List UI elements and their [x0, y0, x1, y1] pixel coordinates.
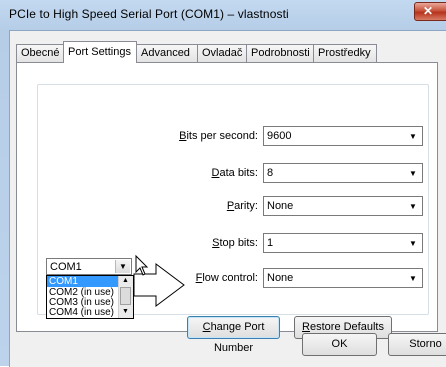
ok-button[interactable]: OK	[302, 333, 377, 356]
flow-control-select[interactable]: None ▼	[263, 268, 423, 288]
tab-label: Advanced	[141, 47, 190, 59]
chevron-down-icon: ▼	[409, 201, 417, 211]
list-item[interactable]: COM4 (in use)	[47, 307, 119, 318]
scroll-down-icon[interactable]: ▼	[119, 307, 132, 317]
chevron-down-icon: ▼	[409, 131, 417, 141]
tab-label: Ovladač	[202, 47, 243, 59]
cancel-button[interactable]: Storno	[388, 333, 446, 356]
select-value: None	[267, 200, 294, 212]
close-icon: ✕	[423, 4, 434, 18]
callout-arrow	[133, 254, 185, 307]
tab-label: Port Settings	[68, 46, 131, 58]
window-title: PCIe to High Speed Serial Port (COM1) – …	[9, 7, 289, 21]
select-value: COM1	[50, 261, 82, 273]
select-value: 8	[267, 167, 274, 179]
select-value: None	[267, 272, 294, 284]
close-button[interactable]: ✕	[414, 2, 446, 21]
tab-ovladac[interactable]: Ovladač	[197, 44, 247, 62]
change-port-number-button[interactable]: Change Port Number	[187, 316, 280, 354]
list-item[interactable]: COM1	[47, 276, 119, 287]
properties-window: PCIe to High Speed Serial Port (COM1) – …	[0, 0, 446, 367]
tab-label: Prostředky	[318, 47, 371, 59]
title-bar[interactable]: PCIe to High Speed Serial Port (COM1) – …	[0, 0, 446, 29]
parity-label: Parity:	[226, 200, 258, 212]
chevron-down-icon: ▼	[409, 168, 417, 178]
tab-obecne[interactable]: Obecné	[16, 44, 64, 62]
tab-prostredky[interactable]: Prostředky	[313, 44, 377, 62]
chevron-down-icon: ▼	[409, 238, 417, 248]
stop-bits-label: Stop bits:	[212, 237, 258, 249]
tab-label: Obecné	[21, 47, 60, 59]
parity-select[interactable]: None ▼	[263, 196, 423, 216]
bits-per-second-label: Bits per second:	[179, 130, 258, 142]
select-value: 1	[267, 237, 274, 249]
data-bits-select[interactable]: 8 ▼	[263, 163, 423, 183]
data-bits-label: Data bits:	[211, 167, 258, 179]
list-scrollbar[interactable]: ▲ ▼	[118, 276, 133, 318]
tab-port-settings[interactable]: Port Settings	[63, 41, 137, 63]
port-number-select[interactable]: COM1 ▼	[46, 258, 132, 275]
chevron-down-icon[interactable]: ▼	[115, 260, 130, 273]
tab-advanced[interactable]: Advanced	[136, 44, 198, 62]
tab-label: Podrobnosti	[251, 47, 310, 59]
scroll-thumb[interactable]	[120, 287, 131, 305]
select-value: 9600	[267, 130, 292, 142]
scroll-up-icon[interactable]: ▲	[119, 276, 132, 286]
bits-per-second-select[interactable]: 9600 ▼	[263, 126, 423, 146]
chevron-down-icon: ▼	[409, 273, 417, 283]
stop-bits-select[interactable]: 1 ▼	[263, 233, 423, 253]
port-number-list: COM1 COM2 (in use) COM3 (in use) COM4 (i…	[46, 275, 134, 319]
tab-podrobnosti[interactable]: Podrobnosti	[246, 44, 314, 62]
